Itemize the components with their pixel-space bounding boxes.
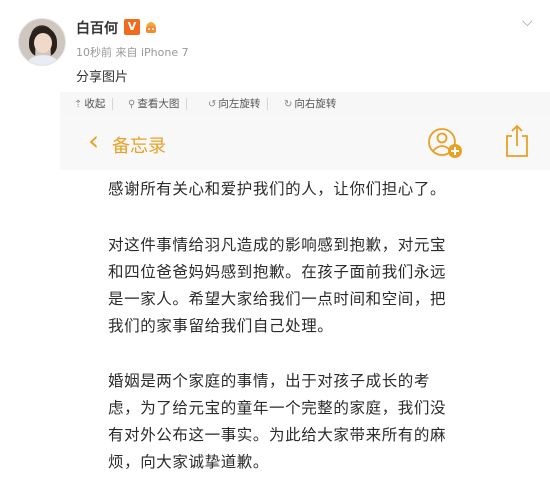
back-chevron-icon[interactable]: ‹ xyxy=(88,127,99,155)
rotate-left-label: 向左旋转 xyxy=(218,98,261,110)
vip-badge[interactable]: V xyxy=(124,19,140,35)
view-large-label: 查看大图 xyxy=(137,98,180,110)
collapse-label: 收起 xyxy=(84,98,106,110)
rotate-left-icon: ↺ xyxy=(208,99,217,110)
note-line: 感谢所有关心和爱护我们的人，让你们担心了。 xyxy=(108,180,447,198)
share-icon[interactable] xyxy=(504,124,530,158)
note-line: 虑，为了给元宝的童年一个完整的家庭，我们没 xyxy=(108,399,447,417)
collapse-button[interactable]: ⇡ 收起 xyxy=(74,92,114,116)
note-line: 是一家人。希望大家给我们一点时间和空间，把 xyxy=(108,290,447,308)
zoom-icon: ⚲ xyxy=(128,99,136,110)
add-person-icon[interactable] xyxy=(426,126,464,160)
avatar[interactable] xyxy=(18,18,66,66)
note-line: 我们的家事留给我们自己处理。 xyxy=(108,317,334,335)
note-paragraph-1: 感谢所有关心和爱护我们的人，让你们担心了。 xyxy=(108,176,538,203)
post-header: 白百何 V 10秒前 来自 iPhone 7 分享图片 ⌵ xyxy=(0,0,550,92)
note-line: 和四位爸爸妈妈感到抱歉。在孩子面前我们永远 xyxy=(108,263,447,281)
back-label[interactable]: 备忘录 xyxy=(112,132,166,158)
post-text: 分享图片 xyxy=(76,70,129,85)
rotate-left-button[interactable]: ↺ 向左旋转 xyxy=(208,92,269,116)
rotate-right-label: 向右旋转 xyxy=(294,98,337,110)
note-line: 有对外公布这一事实。为此给大家带来所有的麻 xyxy=(108,426,447,444)
chevron-down-icon[interactable]: ⌵ xyxy=(522,14,533,30)
note-line: 婚姻是两个家庭的事情，出于对孩子成长的考 xyxy=(108,372,431,390)
image-toolbar: ⇡ 收起 ⚲ 查看大图 ↺ 向左旋转 ↻ 向右旋转 xyxy=(60,92,550,116)
note-line: 烦，向大家诚挚道歉。 xyxy=(108,453,270,471)
notes-nav-bar: ‹ 备忘录 xyxy=(60,116,550,170)
note-paragraph-2: 对这件事情给羽凡造成的影响感到抱歉，对元宝 和四位爸爸妈妈感到抱歉。在孩子面前我… xyxy=(108,232,538,340)
rotate-right-icon: ↻ xyxy=(284,99,293,110)
shared-image[interactable]: ‹ 备忘录 感谢所有关心和爱护我们的人，让你们担心了。 对这件事情给羽凡造成的影… xyxy=(60,116,550,496)
member-icon[interactable] xyxy=(143,18,159,36)
username[interactable]: 白百何 xyxy=(76,18,118,38)
post-meta: 10秒前 来自 iPhone 7 xyxy=(76,46,189,59)
view-large-button[interactable]: ⚲ 查看大图 xyxy=(128,92,188,116)
note-paragraph-3: 婚姻是两个家庭的事情，出于对孩子成长的考 虑，为了给元宝的童年一个完整的家庭，我… xyxy=(108,368,538,476)
note-line: 对这件事情给羽凡造成的影响感到抱歉，对元宝 xyxy=(108,236,447,254)
rotate-right-button[interactable]: ↻ 向右旋转 xyxy=(284,92,336,116)
collapse-icon: ⇡ xyxy=(74,99,83,110)
